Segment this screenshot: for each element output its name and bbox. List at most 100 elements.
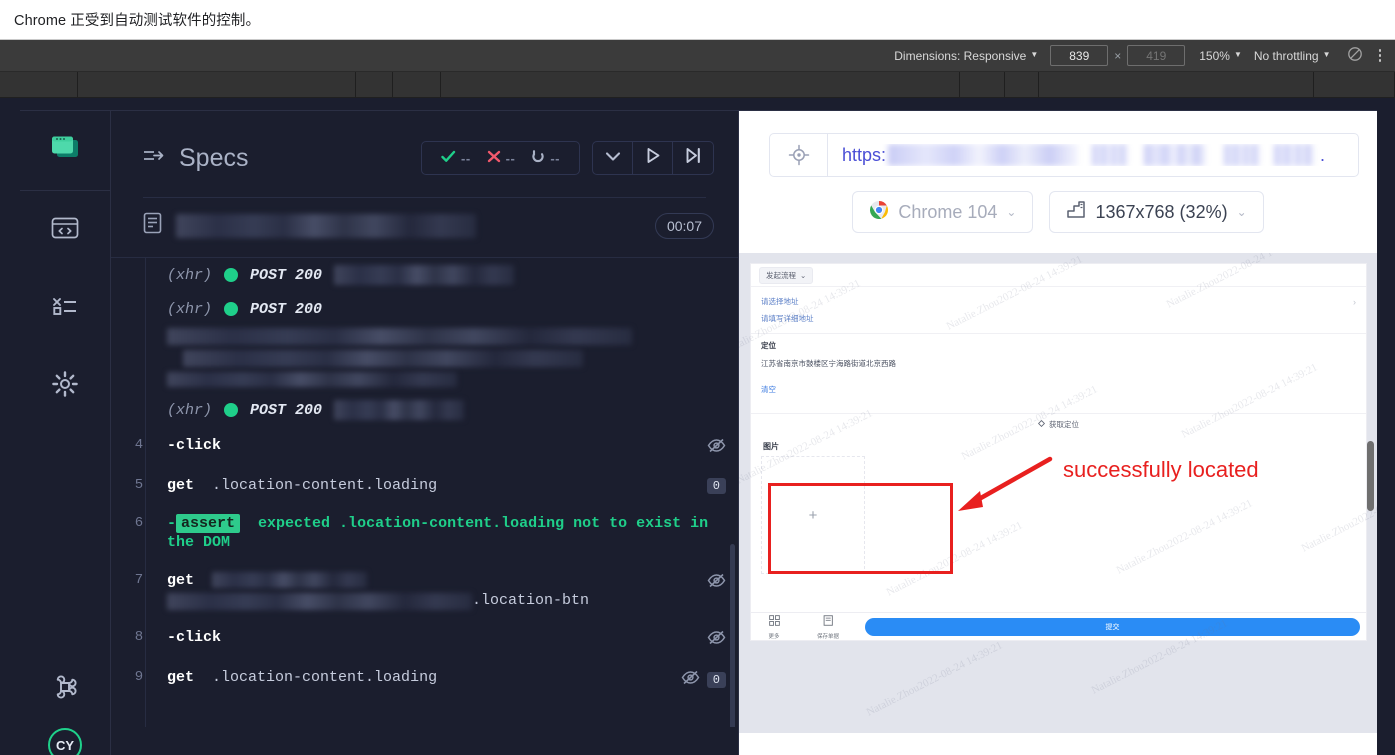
chrome-logo-icon <box>869 200 889 225</box>
sidebar-item-settings[interactable] <box>20 347 110 425</box>
log-entry-command[interactable]: 7 get .location-btn <box>111 562 738 620</box>
throttling-dropdown[interactable]: No throttling ▼ <box>1254 49 1331 63</box>
app-tab-more[interactable]: 更多 <box>757 613 791 640</box>
address-select-placeholder: 请选择地址 <box>761 297 799 306</box>
tab-strip-segment <box>78 72 356 97</box>
x-icon <box>487 150 501 166</box>
log-entry-command[interactable]: 4 -click <box>111 427 738 467</box>
aut-url-redacted <box>1224 144 1261 166</box>
app-tab-save-label: 保存单据 <box>816 634 839 640</box>
status-dot-icon <box>224 268 239 282</box>
tab-strip-segment <box>960 72 1005 97</box>
address-detail-row[interactable]: 请填写详细地址 <box>761 310 1356 327</box>
get-location-label: 获取定位 <box>1049 420 1079 429</box>
address-detail-placeholder: 请填写详细地址 <box>761 314 814 323</box>
cypress-app: CY Specs -- -- -- 00:07 (xhr) POST 200 (… <box>0 98 1395 755</box>
browser-selector[interactable]: Chrome 104 ⌄ <box>852 191 1034 233</box>
xhr-label: (xhr) <box>167 300 213 318</box>
command-log-reporter: Specs -- -- -- 00:07 (xhr) POST 200 (xhr… <box>111 111 739 755</box>
log-entry-xhr[interactable]: (xhr) POST 200 <box>111 292 738 326</box>
log-entry-xhr[interactable]: (xhr) POST 200 <box>111 393 738 427</box>
log-entry-assertion[interactable]: 6 - assert expected .location-content.loa… <box>111 505 738 562</box>
viewport-width-input[interactable] <box>1050 45 1109 66</box>
command-message-redacted <box>212 571 368 588</box>
dimensions-dropdown[interactable]: Dimensions: Responsive ▼ <box>894 49 1038 63</box>
submit-button[interactable]: 提交 <box>865 617 1360 636</box>
viewport-height-input[interactable] <box>1127 45 1186 66</box>
spec-title-row[interactable]: s 00:07 <box>111 198 738 253</box>
chevron-down-icon: ⌄ <box>800 270 807 280</box>
log-entry-xhr[interactable]: (xhr) POST 200 <box>111 258 738 292</box>
stat-pending: -- <box>531 149 560 167</box>
hidden-eye-icon[interactable] <box>707 630 726 650</box>
image-upload-button[interactable]: + <box>761 456 865 574</box>
sidebar-item-debug[interactable] <box>20 269 110 347</box>
reporter-header: Specs -- -- -- <box>111 111 738 175</box>
stat-failed-value: -- <box>505 150 516 166</box>
get-location-button[interactable]: 获取定位 <box>751 413 1366 435</box>
hidden-eye-icon[interactable] <box>707 573 726 593</box>
rotate-icon[interactable] <box>1347 46 1363 65</box>
aut-url[interactable]: https: . <box>828 144 1358 166</box>
sidebar-item-keyboard-shortcuts[interactable] <box>20 650 110 728</box>
zoom-dropdown[interactable]: 150% ▼ <box>1199 49 1242 63</box>
page-scrollbar[interactable] <box>1367 441 1374 511</box>
tab-strip-segment <box>1039 72 1314 97</box>
location-label: 定位 <box>761 341 776 350</box>
page-title: Specs <box>179 143 249 172</box>
avatar[interactable]: CY <box>48 728 82 755</box>
gear-icon <box>51 370 79 403</box>
xhr-url-redacted <box>334 265 515 285</box>
app-topbar: 发起流程 ⌄ <box>751 264 1366 286</box>
assertion-message: expected .location-content.loading not t… <box>167 514 709 552</box>
chevron-down-icon: ▼ <box>1322 50 1331 59</box>
log-entry-redacted-block[interactable] <box>111 326 738 393</box>
flow-selector-label: 发起流程 <box>766 270 796 280</box>
stat-failed: -- <box>487 150 516 166</box>
chevron-down-icon: ▼ <box>1233 50 1242 59</box>
hidden-eye-icon[interactable] <box>707 438 726 458</box>
redacted-line <box>183 350 583 367</box>
log-entry-command[interactable]: 5 get .location-content.loading 0 <box>111 467 738 505</box>
tab-strip-segment <box>1005 72 1039 97</box>
command-message: .location-content.loading <box>212 477 438 494</box>
test-results-list-icon <box>50 294 80 323</box>
test-file-icon <box>143 212 162 239</box>
command-message-redacted <box>167 593 472 610</box>
test-stats: -- -- -- <box>420 141 580 175</box>
log-entry-command[interactable]: 9 get .location-content.loading 0 <box>111 659 738 699</box>
aut-url-suffix: . <box>1320 144 1326 165</box>
app-tab-save[interactable]: 保存单据 <box>811 613 845 640</box>
flow-selector[interactable]: 发起流程 ⌄ <box>759 266 814 284</box>
address-select-row[interactable]: 请选择地址 › <box>761 293 1356 310</box>
app-bottom-bar: 更多 保存单据 提交 <box>750 613 1367 641</box>
command-number: 8 <box>134 629 144 646</box>
log-entry-command[interactable]: 8 -click <box>111 619 738 659</box>
grid-more-icon <box>768 613 780 631</box>
app-tab-more-label: 更多 <box>768 634 780 640</box>
devtools-device-toolbar: Dimensions: Responsive ▼ × 150% ▼ No thr… <box>0 40 1395 72</box>
selector-playground-icon[interactable] <box>770 134 828 176</box>
sidebar-item-runs[interactable] <box>20 191 110 269</box>
ruler-icon <box>1066 200 1086 225</box>
devtools-more-options-icon[interactable] <box>1373 45 1388 66</box>
command-number: 6 <box>134 514 144 531</box>
clear-location-link[interactable]: 清空 <box>761 384 1356 395</box>
play-resume-button[interactable] <box>633 142 673 174</box>
command-message: .location-content.loading <box>212 669 438 687</box>
reporter-scrollbar[interactable] <box>730 544 735 727</box>
xhr-url-redacted <box>334 400 465 420</box>
next-step-button[interactable] <box>673 142 713 174</box>
sidebar-item-specs[interactable] <box>20 111 110 191</box>
tab-strip-segment <box>393 72 441 97</box>
app-under-test: 发起流程 ⌄ 请选择地址 › 请填写详细地址 定位 江苏省南京市鼓楼区宁海路街道… <box>750 263 1367 613</box>
hidden-eye-icon[interactable] <box>681 670 700 690</box>
chevron-down-icon: ▼ <box>1030 50 1039 59</box>
aut-url-prefix: https: <box>842 144 887 165</box>
dimensions-label: Dimensions: Responsive <box>894 48 1027 63</box>
aut-url-bar[interactable]: https: . <box>769 133 1359 177</box>
viewport-selector[interactable]: 1367x768 (32%) ⌄ <box>1049 191 1264 233</box>
command-message-tail: .location-btn <box>472 591 590 609</box>
aut-url-redacted <box>1092 144 1129 166</box>
collapse-all-button[interactable] <box>593 142 633 174</box>
